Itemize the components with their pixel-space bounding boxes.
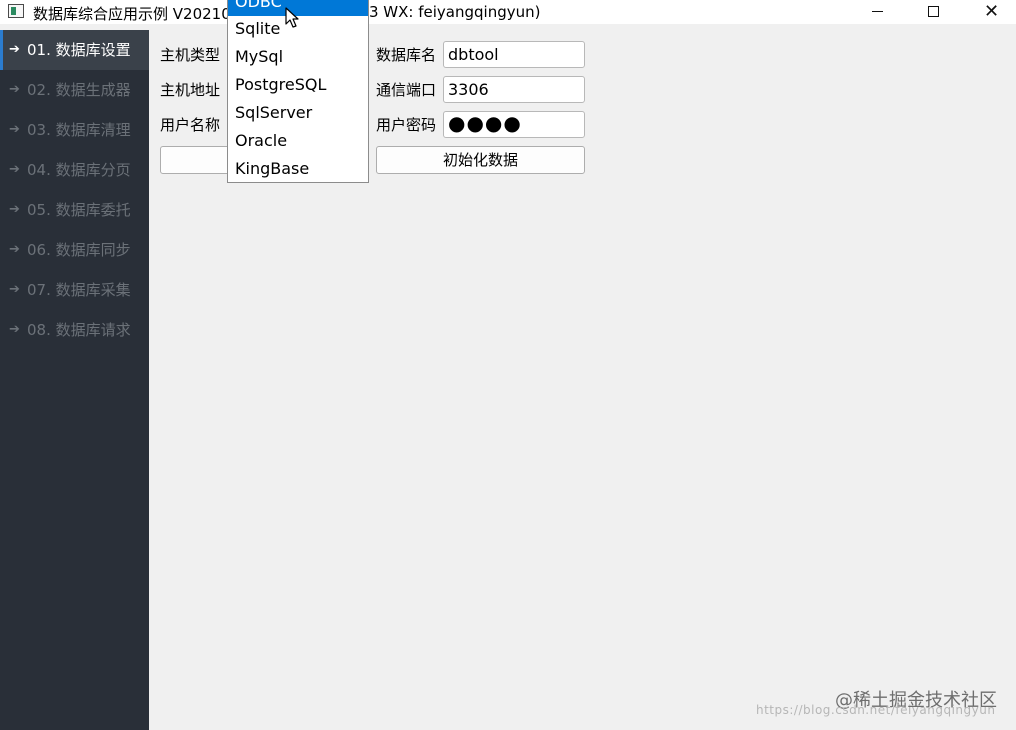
dropdown-option-mysql[interactable]: MySql [228,43,368,71]
arrow-right-icon: ➔ [9,322,20,337]
port-input[interactable]: 3306 [443,76,585,103]
sidebar-item-label: 05. 数据库委托 [27,201,131,219]
arrow-right-icon: ➔ [9,122,20,137]
sidebar-item-label: 07. 数据库采集 [27,281,131,299]
mouse-cursor-icon [285,7,299,28]
close-button[interactable]: ✕ [968,0,1014,24]
port-label: 通信端口 [376,81,437,99]
db-name-label: 数据库名 [376,46,437,64]
maximize-icon [928,6,939,17]
dropdown-option-postgresql[interactable]: PostgreSQL [228,71,368,99]
sidebar-item-label: 03. 数据库清理 [27,121,131,139]
sidebar-item-database-paging[interactable]: ➔ 04. 数据库分页 [0,150,149,190]
dropdown-option-oracle[interactable]: Oracle [228,127,368,155]
sidebar-item-database-delegate[interactable]: ➔ 05. 数据库委托 [0,190,149,230]
window-title-main: 数据库综合应用示例 V20210 [33,5,231,23]
sidebar-item-data-generator[interactable]: ➔ 02. 数据生成器 [0,70,149,110]
minimize-button[interactable] [855,0,901,24]
sidebar-item-database-collect[interactable]: ➔ 07. 数据库采集 [0,270,149,310]
sidebar-item-label: 01. 数据库设置 [27,41,131,59]
arrow-right-icon: ➔ [9,242,20,257]
host-address-label: 主机地址 [160,81,221,99]
arrow-right-icon: ➔ [9,282,20,297]
window-title: 数据库综合应用示例 V20210 [33,3,231,24]
sidebar-item-database-sync[interactable]: ➔ 06. 数据库同步 [0,230,149,270]
dropdown-option-kingbase[interactable]: KingBase [228,155,368,183]
title-bar: 数据库综合应用示例 V20210 3 WX: feiyangqingyun) ✕ [0,0,1016,24]
arrow-right-icon: ➔ [9,82,20,97]
sidebar-item-database-request[interactable]: ➔ 08. 数据库请求 [0,310,149,350]
sidebar: ➔ 01. 数据库设置 ➔ 02. 数据生成器 ➔ 03. 数据库清理 ➔ 04… [0,30,149,730]
db-name-input[interactable]: dbtool [443,41,585,68]
app-icon [8,4,24,18]
password-input[interactable]: ●●●● [443,111,585,138]
init-data-button[interactable]: 初始化数据 [376,146,585,174]
connect-button[interactable] [160,146,230,174]
sidebar-item-database-settings[interactable]: ➔ 01. 数据库设置 [0,30,149,70]
arrow-right-icon: ➔ [9,202,20,217]
sidebar-item-label: 08. 数据库请求 [27,321,131,339]
window-title-suffix: 3 WX: feiyangqingyun) [369,3,541,21]
sidebar-item-label: 06. 数据库同步 [27,241,131,259]
sidebar-item-label: 04. 数据库分页 [27,161,131,179]
minimize-icon [872,11,883,12]
username-label: 用户名称 [160,116,221,134]
password-label: 用户密码 [376,116,437,134]
maximize-button[interactable] [910,0,956,24]
host-type-label: 主机类型 [160,46,221,64]
watermark-url: https://blog.csdn.net/feiyangqingyun [756,703,996,717]
sidebar-item-label: 02. 数据生成器 [27,81,131,99]
arrow-right-icon: ➔ [9,162,20,177]
sidebar-item-database-cleanup[interactable]: ➔ 03. 数据库清理 [0,110,149,150]
close-icon: ✕ [984,1,1000,22]
arrow-right-icon: ➔ [9,42,20,57]
dropdown-option-sqlserver[interactable]: SqlServer [228,99,368,127]
